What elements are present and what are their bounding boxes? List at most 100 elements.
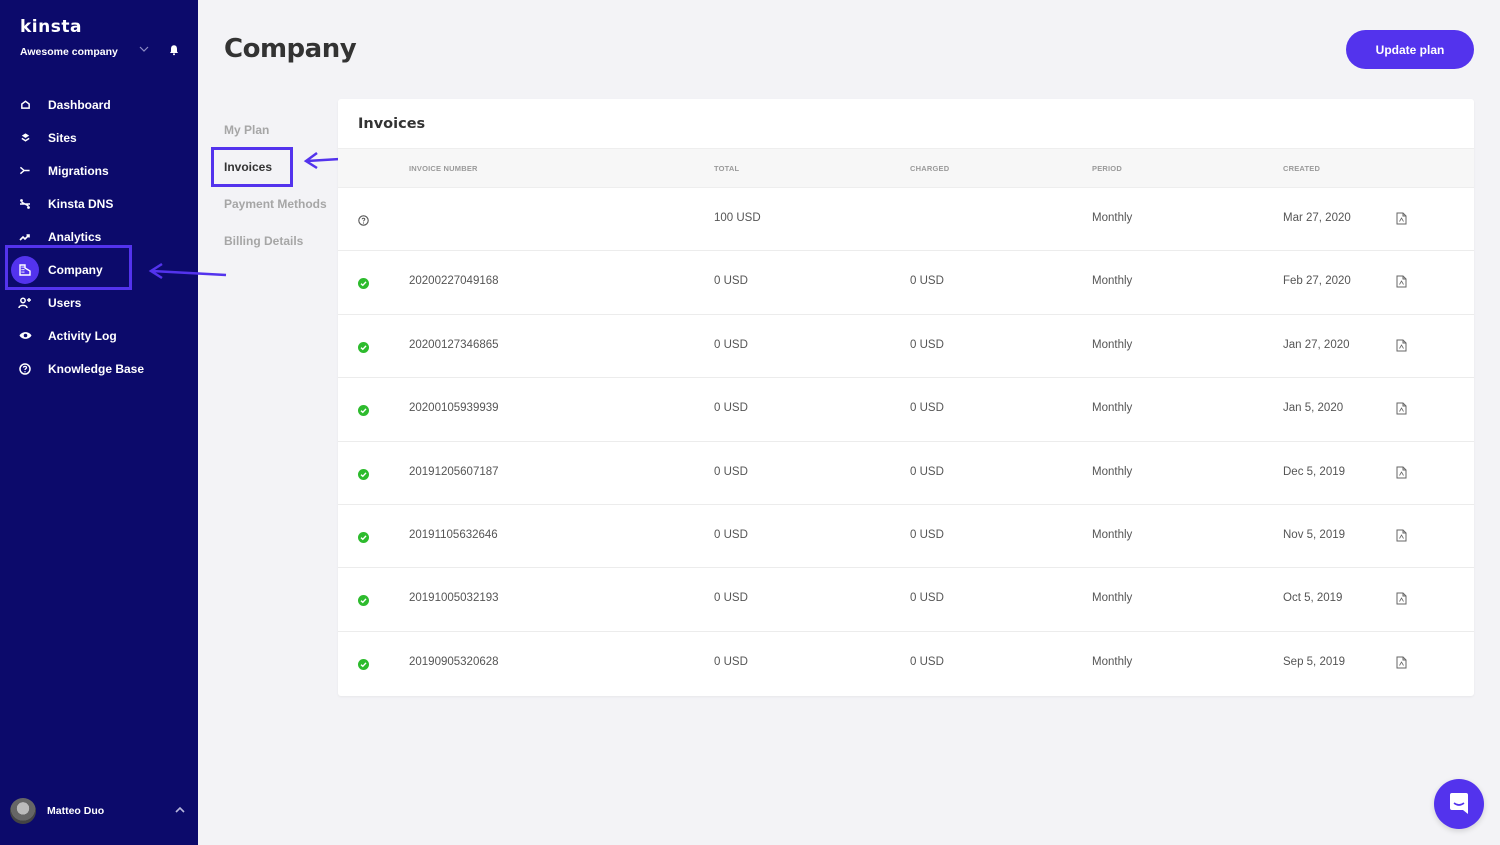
pdf-download-icon[interactable] [1396,592,1407,605]
column-header-period: PERIOD [1092,164,1122,173]
pdf-download-icon[interactable] [1396,466,1407,479]
invoice-period: Monthly [1092,592,1133,605]
check-circle-icon [358,340,369,353]
invoice-period: Monthly [1092,465,1133,478]
sidebar-nav: Dashboard Sites Migrations Kinsta DNS An… [0,88,198,385]
invoice-total: 100 USD [714,212,761,224]
check-circle-icon [358,276,369,290]
invoice-number: 20200227049168 [409,275,499,288]
table-row: 20200127346865 0 USD 0 USD Monthly Jan 27, 2… [338,315,1474,379]
invoice-charged: 0 USD [910,402,944,415]
invoice-created: Mar 27, 2020 [1283,212,1351,224]
column-header-invoice-number: INVOICE NUMBER [409,164,478,173]
invoice-created: Sep 5, 2019 [1283,655,1346,668]
annotation-highlight-invoices [211,147,293,187]
sidebar-item-label: Dashboard [48,97,111,112]
subnav-payment-methods[interactable]: Payment Methods [224,191,327,228]
invoice-charged: 0 USD [910,465,944,478]
layers-icon [17,130,33,146]
avatar [10,798,36,824]
table-header: INVOICE NUMBER TOTAL CHARGED PERIOD CREA… [338,148,1474,188]
invoice-total: 0 USD [714,275,748,288]
help-circle-icon [358,213,369,226]
invoice-period: Monthly [1092,528,1133,541]
sidebar-item-knowledge-base[interactable]: Knowledge Base [0,352,198,385]
sidebar-item-label: Knowledge Base [48,361,145,376]
table-row: 100 USD Monthly Mar 27, 2020 [338,188,1474,252]
column-header-charged: CHARGED [910,164,950,173]
eye-icon [17,328,33,344]
chevron-up-icon[interactable] [174,804,186,816]
kinsta-logo[interactable]: kinsta [20,17,82,37]
check-circle-icon [358,593,369,607]
pdf-download-icon[interactable] [1396,402,1407,415]
invoice-charged: 0 USD [910,592,944,605]
invoice-created: Dec 5, 2019 [1283,465,1346,478]
pdf-download-icon[interactable] [1396,212,1407,225]
pdf-download-icon[interactable] [1396,275,1407,288]
pdf-download-icon[interactable] [1396,339,1407,352]
sidebar-item-kinsta-dns[interactable]: Kinsta DNS [0,187,198,220]
annotation-arrow-icon [148,262,227,280]
invoice-total: 0 USD [714,528,748,541]
invoices-title: Invoices [358,116,426,132]
invoice-charged: 0 USD [910,275,944,288]
invoice-number: 20191205607187 [409,465,499,478]
invoice-charged: 0 USD [910,338,944,351]
invoice-total: 0 USD [714,338,748,351]
chat-button[interactable] [1434,779,1484,829]
sidebar-item-activity-log[interactable]: Activity Log [0,319,198,352]
check-circle-icon [358,403,369,417]
migrations-icon [17,163,33,179]
pdf-download-icon[interactable] [1396,529,1407,542]
dns-icon [17,196,33,212]
table-row: 20200227049168 0 USD 0 USD Monthly Feb 27, 2… [338,251,1474,315]
sidebar-item-label: Analytics [48,229,102,244]
subnav-billing-details[interactable]: Billing Details [224,228,327,265]
home-icon [17,97,33,113]
sidebar-item-label: Migrations [48,163,109,178]
annotation-highlight-company [5,245,132,290]
company-switcher[interactable]: Awesome company [20,46,118,58]
invoice-charged: 0 USD [910,655,944,668]
invoice-number: 20200127346865 [409,338,499,351]
check-circle-icon [358,467,369,480]
invoice-created: Jan 5, 2020 [1283,402,1344,415]
invoice-created: Feb 27, 2020 [1283,275,1351,288]
invoice-period: Monthly [1092,275,1133,288]
invoice-charged: 0 USD [910,528,944,541]
user-name: Matteo Duo [47,805,105,817]
invoice-total: 0 USD [714,655,748,668]
invoice-period: Monthly [1092,655,1133,668]
update-plan-button[interactable]: Update plan [1346,30,1474,69]
page-title: Company [224,34,357,64]
invoice-period: Monthly [1092,338,1133,351]
invoice-total: 0 USD [714,465,748,478]
sidebar-item-label: Sites [48,130,77,145]
table-row: 20200105939939 0 USD 0 USD Monthly Jan 5, 20… [338,378,1474,442]
user-menu[interactable]: Matteo Duo [10,797,190,825]
bell-icon[interactable] [168,44,180,56]
help-circle-icon [17,361,33,377]
sidebar-item-dashboard[interactable]: Dashboard [0,88,198,121]
invoice-number: 20191005032193 [409,592,499,605]
company-subnav: My Plan Invoices Payment Methods Billing… [224,117,327,265]
invoice-total: 0 USD [714,402,748,415]
table-row: 20191205607187 0 USD 0 USD Monthly Dec 5, 20… [338,442,1474,505]
column-header-total: TOTAL [714,164,740,173]
check-circle-icon [358,530,369,543]
invoice-period: Monthly [1092,402,1133,415]
sidebar-item-users[interactable]: Users [0,286,198,319]
pdf-download-icon[interactable] [1396,656,1407,669]
invoice-number: 20191105632646 [409,528,498,541]
invoice-number: 20200105939939 [409,402,499,415]
invoice-created: Oct 5, 2019 [1283,592,1343,605]
check-circle-icon [358,657,369,670]
invoice-created: Jan 27, 2020 [1283,338,1350,351]
sidebar-item-sites[interactable]: Sites [0,121,198,154]
chevron-down-icon[interactable] [138,43,150,55]
trending-up-icon [17,229,33,245]
invoice-total: 0 USD [714,592,748,605]
table-row: 20191105632646 0 USD 0 USD Monthly Nov 5, 20… [338,505,1474,569]
sidebar-item-migrations[interactable]: Migrations [0,154,198,187]
